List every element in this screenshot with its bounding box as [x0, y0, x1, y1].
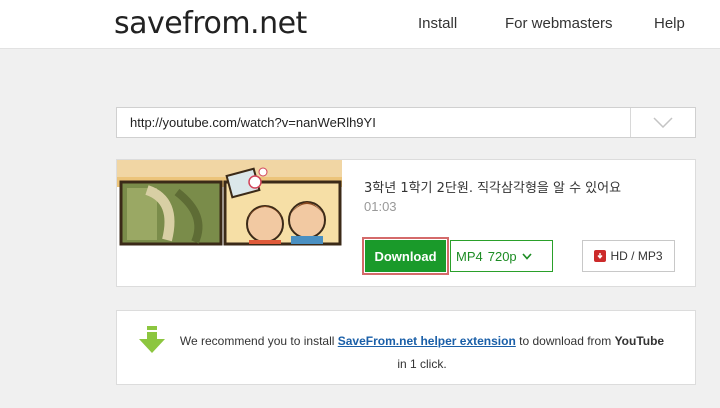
recommend-text-before: We recommend you to install — [179, 334, 335, 348]
video-result: 3학년 1학기 2단원. 직각삼각형을 알 수 있어요 01:03 Downlo… — [116, 159, 696, 287]
thumbnail-illustration — [117, 160, 342, 286]
video-duration: 01:03 — [364, 199, 397, 214]
hd-mp3-label: HD / MP3 — [610, 249, 663, 263]
recommend-text: We recommend you to install SaveFrom.net… — [117, 330, 697, 376]
video-title: 3학년 1학기 2단원. 직각삼각형을 알 수 있어요 — [364, 181, 622, 196]
recommend-text-middle: to download from — [519, 334, 612, 348]
url-dropdown-button[interactable] — [630, 108, 695, 137]
format-select[interactable]: MP4 720p — [450, 240, 553, 272]
chevron-down-icon — [522, 252, 532, 260]
nav-install[interactable]: Install — [418, 15, 457, 32]
download-button[interactable]: Download — [362, 237, 449, 275]
download-arrow-icon — [594, 250, 607, 262]
url-box — [116, 107, 696, 138]
nav-help[interactable]: Help — [654, 15, 685, 32]
chevron-down-icon — [653, 117, 673, 128]
recommend-site-name: YouTube — [614, 334, 665, 348]
video-thumbnail[interactable] — [117, 160, 342, 286]
recommend-text-after: in 1 click. — [397, 357, 447, 371]
hd-mp3-button[interactable]: HD / MP3 — [582, 240, 675, 272]
format-label: MP4 — [456, 248, 483, 264]
url-input[interactable] — [117, 108, 631, 137]
nav-for-webmasters[interactable]: For webmasters — [505, 15, 613, 32]
quality-label: 720p — [487, 248, 517, 264]
recommend-banner: We recommend you to install SaveFrom.net… — [116, 310, 696, 385]
site-header: savefrom.net Install For webmasters Help — [0, 0, 720, 49]
download-button-label: Download — [365, 240, 446, 272]
site-logo[interactable]: savefrom.net — [114, 6, 307, 41]
helper-extension-link[interactable]: SaveFrom.net helper extension — [338, 334, 516, 348]
